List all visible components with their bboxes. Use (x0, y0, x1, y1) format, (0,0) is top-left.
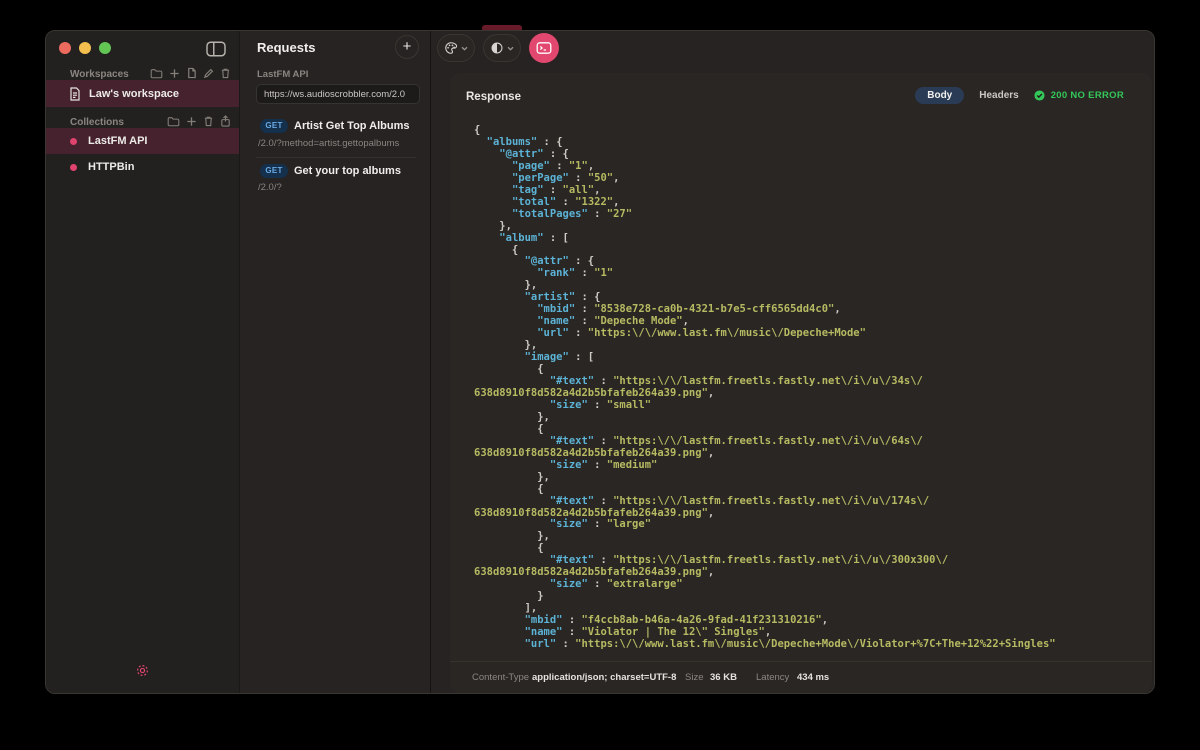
edit-icon[interactable] (203, 68, 214, 79)
tab-body[interactable]: Body (915, 87, 964, 104)
request-path: /2.0/?method=artist.gettopalbums (258, 138, 399, 149)
sidebar-toggle-icon[interactable] (205, 40, 227, 58)
duplicate-icon[interactable] (186, 67, 197, 79)
collection-dot-icon (70, 164, 77, 171)
add-workspace-icon[interactable] (169, 68, 180, 79)
method-badge: GET (260, 164, 288, 178)
response-tabs: Body Headers 200 NO ERROR (915, 87, 1124, 104)
collection-label: HTTPBin (88, 161, 134, 173)
share-icon[interactable] (220, 115, 231, 127)
response-panel: Response Body Headers 200 NO ERROR { "al… (430, 31, 1155, 693)
appearance-dropdown-button[interactable] (483, 34, 521, 62)
size-value: 36 KB (710, 662, 737, 693)
request-name: Get your top albums (294, 165, 401, 177)
response-json[interactable]: { "albums" : { "@attr" : { "page" : "1",… (474, 125, 1144, 651)
add-request-button[interactable]: + (395, 35, 419, 59)
console-button[interactable] (529, 33, 559, 63)
request-group-label: LastFM API (257, 69, 308, 80)
chevron-down-icon (507, 46, 514, 51)
response-footer: Content-Type application/json; charset=U… (450, 661, 1152, 693)
workspaces-header: Workspaces (46, 67, 239, 81)
workspace-label: Law's workspace (89, 88, 179, 100)
size-label: Size (685, 662, 703, 693)
close-window-icon[interactable] (59, 42, 71, 54)
latency-label: Latency (756, 662, 789, 693)
status-badge: 200 NO ERROR (1034, 90, 1124, 101)
collection-label: LastFM API (88, 135, 148, 147)
response-card: Response Body Headers 200 NO ERROR { "al… (450, 73, 1152, 693)
settings-gear-icon[interactable] (135, 663, 150, 683)
theme-dropdown-button[interactable] (437, 34, 475, 62)
requests-title: Requests (257, 40, 316, 55)
delete-workspace-icon[interactable] (220, 67, 231, 79)
sidebar-item-lastfm-api[interactable]: LastFM API (46, 128, 239, 154)
terminal-icon (536, 41, 552, 55)
latency-value: 434 ms (797, 662, 829, 693)
base-url-input[interactable] (256, 84, 420, 104)
request-path: /2.0/? (258, 182, 282, 193)
content-type-value: application/json; charset=UTF-8 (532, 662, 676, 693)
collections-label: Collections (70, 117, 124, 128)
response-title: Response (466, 91, 521, 103)
sidebar: Workspaces Law's workspace Collections (46, 31, 240, 693)
status-text: 200 NO ERROR (1051, 90, 1124, 101)
sidebar-item-httpbin[interactable]: HTTPBin (46, 154, 239, 180)
check-seal-icon (1034, 90, 1045, 101)
workspaces-label: Workspaces (70, 69, 129, 80)
app-window: Workspaces Law's workspace Collections (45, 30, 1155, 694)
request-name: Artist Get Top Albums (294, 120, 410, 132)
content-type-label: Content-Type (472, 662, 529, 693)
tab-headers[interactable]: Headers (979, 90, 1018, 101)
collection-dot-icon (70, 138, 77, 145)
new-collection-folder-icon[interactable] (167, 116, 180, 127)
sidebar-item-laws-workspace[interactable]: Law's workspace (46, 80, 239, 107)
new-folder-icon[interactable] (150, 68, 163, 79)
traffic-lights (59, 42, 111, 54)
contrast-icon (490, 41, 504, 55)
document-icon (69, 87, 81, 101)
zoom-window-icon[interactable] (99, 42, 111, 54)
collections-header: Collections (46, 115, 239, 129)
divider (256, 157, 416, 158)
requests-panel: Requests + LastFM API GET Artist Get Top… (240, 31, 430, 693)
chevron-down-icon (461, 46, 468, 51)
method-badge: GET (260, 119, 288, 133)
palette-icon (444, 41, 458, 55)
screen: Workspaces Law's workspace Collections (0, 0, 1200, 750)
add-collection-icon[interactable] (186, 116, 197, 127)
minimize-window-icon[interactable] (79, 42, 91, 54)
delete-collection-icon[interactable] (203, 115, 214, 127)
